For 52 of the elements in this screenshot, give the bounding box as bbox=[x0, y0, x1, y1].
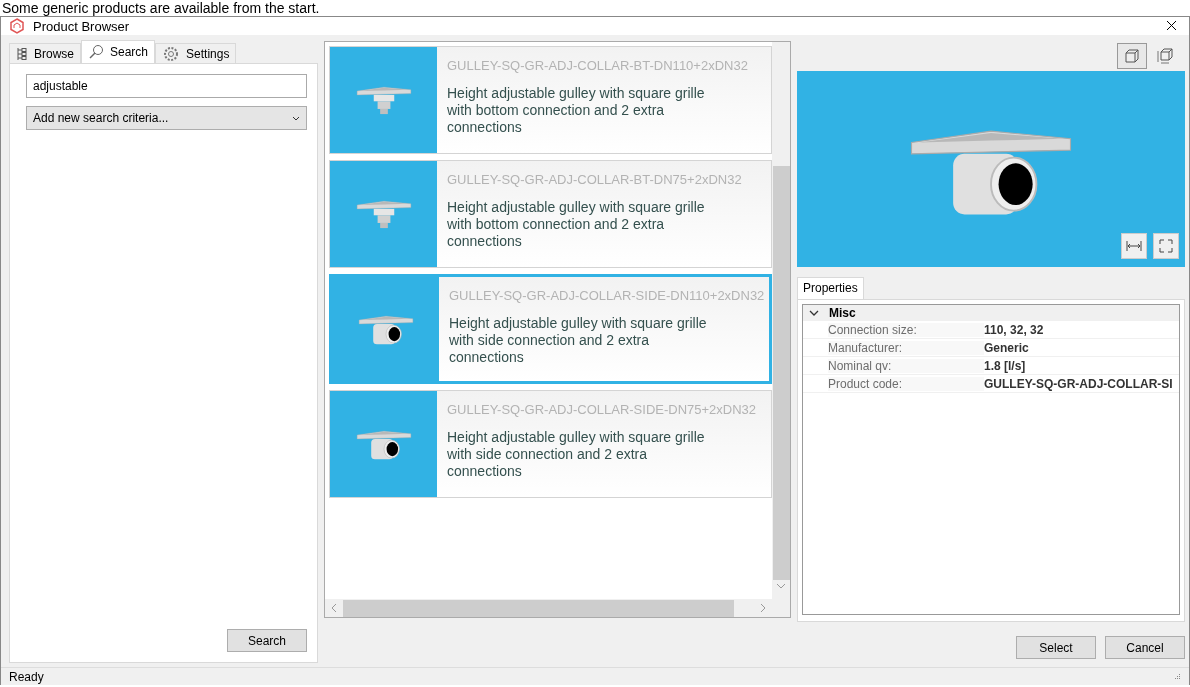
expand-icon bbox=[1159, 239, 1173, 254]
property-value: 110, 32, 32 bbox=[984, 322, 1044, 337]
dialog-button[interactable]: Select bbox=[1016, 636, 1096, 660]
tree-icon bbox=[16, 46, 28, 61]
search-field[interactable]: adjustable bbox=[26, 74, 307, 99]
dialog-button[interactable]: Cancel bbox=[1105, 636, 1185, 660]
property-label: Manufacturer: bbox=[828, 340, 984, 355]
product-description: Height adjustable gulley with square grille with bottom connection and 2 extra connections bbox=[447, 199, 706, 251]
cube-icon bbox=[1124, 48, 1140, 65]
fit-width-button[interactable] bbox=[1121, 233, 1147, 260]
caption-text: Some generic products are available from the start. bbox=[1, 0, 321, 16]
search-button[interactable]: Search bbox=[227, 629, 307, 653]
product-code: GULLEY-SQ-GR-ADJ-COLLAR-BT-DN75+2xDN32 bbox=[447, 172, 742, 188]
fullscreen-button[interactable] bbox=[1153, 233, 1179, 260]
tab[interactable]: Search bbox=[81, 40, 156, 64]
status-text: Ready bbox=[9, 669, 44, 684]
chevron-icon[interactable] bbox=[809, 309, 819, 318]
product-card[interactable]: GULLEY-SQ-GR-ADJ-COLLAR-BT-DN110+2xDN32 Height adjustable gulley with square grille with bottom connection and 2 extra connections bbox=[329, 46, 772, 155]
property-label: Connection size: bbox=[828, 322, 984, 337]
close-icon bbox=[1166, 20, 1177, 32]
scroll-right-icon bbox=[758, 602, 768, 615]
product-code: GULLEY-SQ-GR-ADJ-COLLAR-SIDE-DN110+2xDN32 bbox=[449, 288, 765, 304]
product-description: Height adjustable gulley with square grille with side connection and 2 extra connections bbox=[449, 315, 708, 367]
product-card[interactable]: GULLEY-SQ-GR-ADJ-COLLAR-BT-DN75+2xDN32 Height adjustable gulley with square grille with bottom connection and 2 extra connections bbox=[329, 160, 772, 269]
horizontal-scrollbar[interactable] bbox=[325, 599, 772, 618]
caret-icon bbox=[292, 115, 300, 121]
fit-width-icon bbox=[1126, 240, 1142, 253]
search-icon bbox=[88, 44, 104, 61]
tab[interactable]: Settings bbox=[155, 43, 237, 64]
resize-grip-icon[interactable] bbox=[1173, 672, 1181, 681]
cube-dimension-icon bbox=[1157, 47, 1175, 66]
window-title: Product Browser bbox=[33, 18, 131, 34]
scroll-left-icon bbox=[329, 602, 339, 615]
property-value: 1.8 [l/s] bbox=[984, 358, 1026, 373]
product-code: GULLEY-SQ-GR-ADJ-COLLAR-BT-DN110+2xDN32 bbox=[447, 58, 748, 74]
vertical-scrollbar[interactable] bbox=[772, 42, 790, 600]
product-description: Height adjustable gulley with square grille with bottom connection and 2 extra connections bbox=[447, 85, 706, 137]
product-card[interactable]: GULLEY-SQ-GR-ADJ-COLLAR-SIDE-DN110+2xDN32 Height adjustable gulley with square grille with side connection and 2 extra connections bbox=[329, 274, 772, 385]
property-label: Nominal qv: bbox=[828, 358, 984, 373]
view-button[interactable] bbox=[1117, 43, 1147, 70]
property-value: GULLEY-SQ-GR-ADJ-COLLAR-SI bbox=[984, 376, 1173, 391]
property-label: Product code: bbox=[828, 376, 984, 391]
gear-icon bbox=[162, 44, 181, 63]
product-code: GULLEY-SQ-GR-ADJ-COLLAR-SIDE-DN75+2xDN32 bbox=[447, 402, 757, 418]
category-label: Misc bbox=[829, 306, 856, 321]
tab[interactable]: Browse bbox=[9, 43, 81, 64]
criteria-dropdown[interactable]: Add new search criteria... bbox=[26, 106, 307, 131]
property-value: Generic bbox=[984, 340, 1029, 355]
product-description: Height adjustable gulley with square grille with side connection and 2 extra connections bbox=[447, 429, 706, 481]
app-logo-icon bbox=[9, 18, 25, 35]
product-card[interactable]: GULLEY-SQ-GR-ADJ-COLLAR-SIDE-DN75+2xDN32 Height adjustable gulley with square grille with side connection and 2 extra connections bbox=[329, 390, 772, 499]
properties-tab[interactable]: Properties bbox=[797, 277, 864, 300]
